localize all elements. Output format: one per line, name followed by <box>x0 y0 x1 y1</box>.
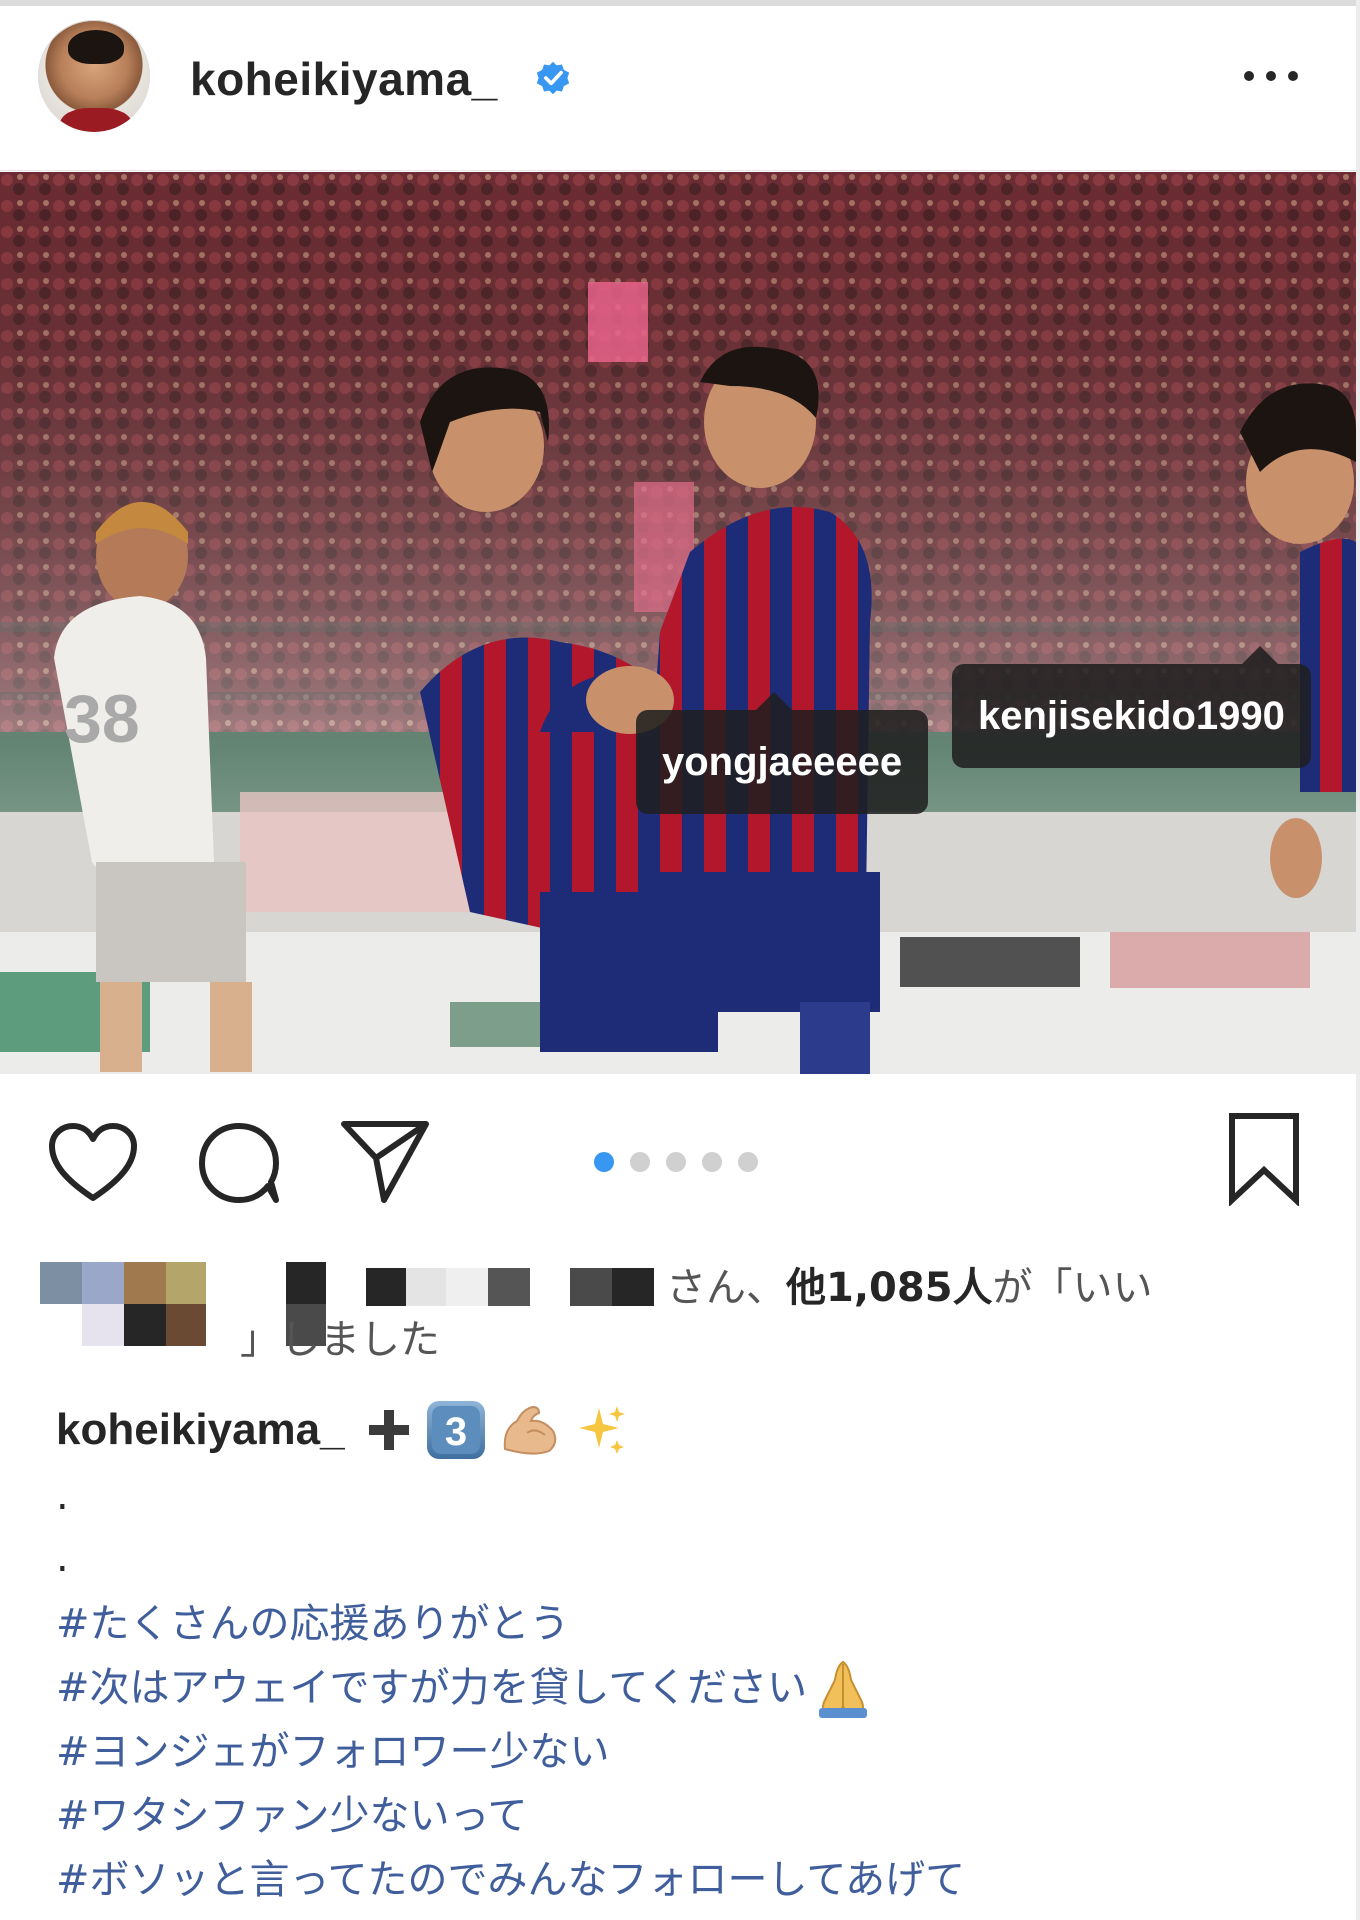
instagram-post: koheikiyama_ 38 yongjaeeeee kenjisekido1… <box>0 0 1360 1920</box>
liked-by-name-pixelated-2 <box>366 1268 530 1306</box>
post-caption: koheikiyama_ 3 . . #たくさんの応援ありがとう #次はアウェイ… <box>56 1392 1326 1912</box>
likes-summary[interactable]: さん、他1,085人が「いい 」しました <box>40 1262 1330 1366</box>
carousel-dot-5[interactable] <box>738 1152 758 1172</box>
more-options-icon[interactable] <box>1244 66 1298 86</box>
comment-icon[interactable] <box>196 1120 282 1206</box>
share-send-icon[interactable] <box>340 1116 430 1204</box>
likes-tail: が「いい <box>992 1265 1153 1311</box>
flexed-biceps-icon <box>503 1405 556 1455</box>
hashtag-4[interactable]: #ワタシファン少ないって <box>56 1784 1326 1848</box>
carousel-indicator <box>594 1152 758 1172</box>
likes-suffix: さん、 <box>666 1265 786 1311</box>
carousel-dot-2[interactable] <box>630 1152 650 1172</box>
sparkles-icon <box>578 1406 625 1454</box>
post-photo[interactable]: 38 yongjaeeeee kenjisekido1990 <box>0 172 1356 1074</box>
svg-text:38: 38 <box>64 681 140 757</box>
post-username[interactable]: koheikiyama_ <box>190 52 498 106</box>
hashtag-2[interactable]: #次はアウェイですが力を貸してください <box>56 1656 1326 1720</box>
carousel-dot-4[interactable] <box>702 1152 722 1172</box>
hashtag-1[interactable]: #たくさんの応援ありがとう <box>56 1592 1326 1656</box>
right-edge <box>1356 0 1360 1920</box>
carousel-dot-1[interactable] <box>594 1152 614 1172</box>
svg-text:3: 3 <box>445 1410 467 1454</box>
avatar[interactable] <box>38 20 150 132</box>
caption-dot-1: . <box>56 1473 69 1519</box>
carousel-dot-3[interactable] <box>666 1152 686 1172</box>
liked-by-name-pixelated-3 <box>570 1268 654 1306</box>
like-heart-icon[interactable] <box>48 1122 138 1204</box>
hashtag-5[interactable]: #ボソッと言ってたのでみんなフォローしてあげて <box>56 1848 1326 1912</box>
caption-username[interactable]: koheikiyama_ <box>56 1405 345 1455</box>
likes-text-line2: 」しました <box>240 1317 440 1363</box>
post-header: koheikiyama_ <box>0 6 1356 171</box>
likes-text-line1: さん、他1,085人が「いい <box>666 1262 1153 1314</box>
photo-tag-yongjaeeeee[interactable]: yongjaeeeee <box>636 692 929 814</box>
caption-dot-2: . <box>56 1535 69 1581</box>
hashtag-3[interactable]: #ヨンジェがフォロワー少ない <box>56 1720 1326 1784</box>
liked-by-avatar-pixelated <box>40 1262 206 1346</box>
folded-hands-icon <box>819 1660 868 1718</box>
keycap-3-icon: 3 <box>426 1401 485 1459</box>
likes-count[interactable]: 他1,085人 <box>786 1265 993 1311</box>
hashtag-2-text[interactable]: #次はアウェイですが力を貸してください <box>56 1656 807 1720</box>
heavy-plus-icon <box>368 1410 409 1450</box>
photo-tag-kenjisekido1990[interactable]: kenjisekido1990 <box>952 646 1311 768</box>
bookmark-icon[interactable] <box>1226 1112 1302 1206</box>
verified-badge-icon <box>536 61 570 95</box>
photo-soccer-celebration: 38 <box>0 172 1356 1074</box>
action-bar <box>0 1076 1356 1246</box>
